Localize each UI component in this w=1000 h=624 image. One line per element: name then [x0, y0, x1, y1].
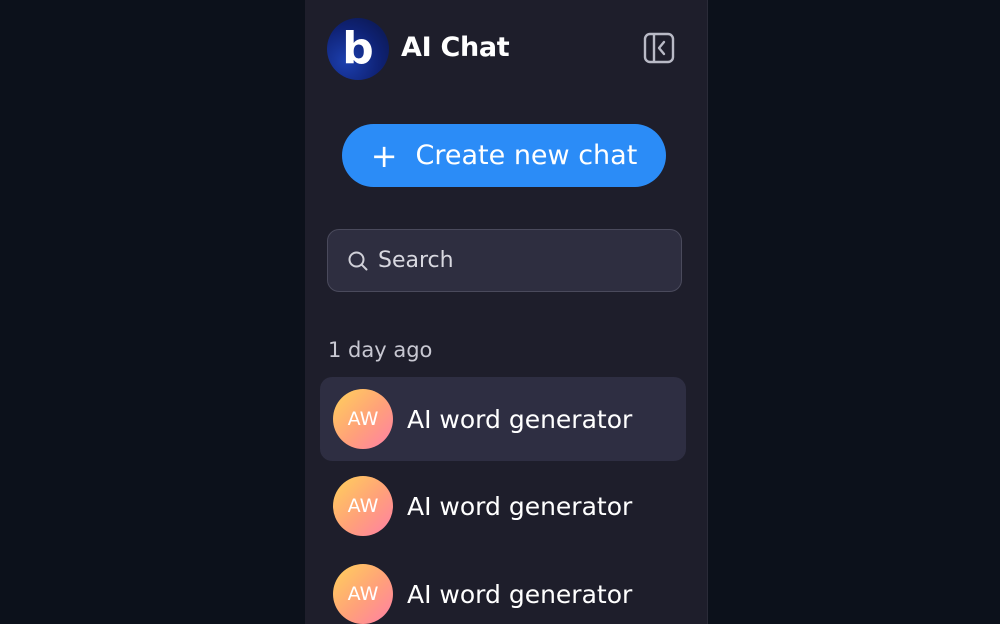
sidebar: b AI Chat + Create new chat 1 day ago AW…: [305, 0, 708, 624]
create-new-chat-button[interactable]: + Create new chat: [342, 124, 666, 187]
create-new-chat-label: Create new chat: [415, 140, 638, 171]
app-logo: b: [327, 18, 389, 80]
search-box[interactable]: [327, 229, 682, 292]
chat-history-item[interactable]: AW AI word generator: [320, 552, 686, 624]
chat-history-item[interactable]: AW AI word generator: [320, 377, 686, 461]
chat-title: AI word generator: [407, 491, 633, 521]
search-input[interactable]: [378, 248, 658, 273]
chat-history-item[interactable]: AW AI word generator: [320, 464, 686, 548]
chat-title: AI word generator: [407, 404, 633, 434]
chat-avatar: AW: [333, 564, 393, 624]
chat-avatar: AW: [333, 476, 393, 536]
logo-letter: b: [342, 23, 374, 74]
sidebar-collapse-icon: [643, 32, 675, 64]
search-icon: [346, 249, 370, 273]
history-group-label: 1 day ago: [328, 338, 433, 362]
chat-avatar: AW: [333, 389, 393, 449]
chat-title: AI word generator: [407, 579, 633, 609]
collapse-sidebar-button[interactable]: [641, 30, 677, 66]
app-title: AI Chat: [401, 32, 510, 63]
plus-icon: +: [370, 136, 398, 175]
